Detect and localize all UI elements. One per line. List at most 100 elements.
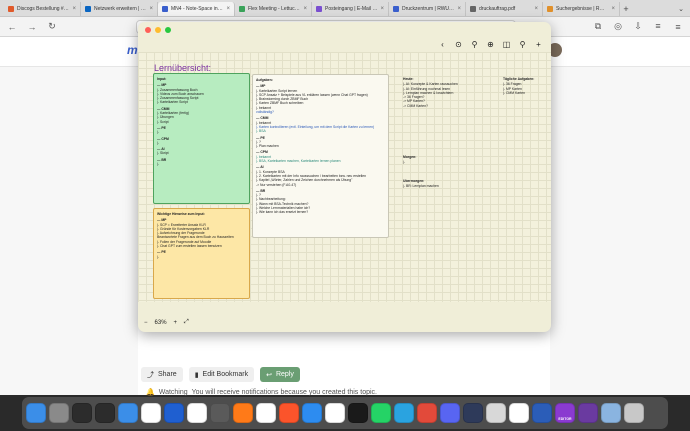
dock-app-safari-icon[interactable]	[302, 403, 322, 423]
card-line: |- BSA	[256, 129, 266, 134]
pin-icon[interactable]: ⚲	[470, 40, 479, 49]
tab-label: MN4 - Note-Space in S...	[171, 6, 224, 12]
search-icon[interactable]: ⚲	[518, 40, 527, 49]
dock-app-folder-icon[interactable]	[578, 403, 598, 423]
bell-icon[interactable]: 🔔	[146, 388, 155, 396]
browser-tab[interactable]: Druckzentrum | RWU H... ×	[389, 2, 466, 16]
bookmark-label: Edit Bookmark	[202, 371, 249, 378]
tab-label: Discogs Bestellung #76...	[17, 6, 70, 12]
panel-icon[interactable]: ◫	[502, 40, 511, 49]
close-tab-icon[interactable]: ×	[534, 6, 538, 12]
extension-icon[interactable]: ⧉	[592, 21, 604, 32]
edit-bookmark-button[interactable]: ▮ Edit Bookmark	[188, 367, 255, 382]
close-window-button[interactable]	[145, 27, 151, 33]
browser-tab[interactable]: druckauftrag.pdf ×	[466, 2, 543, 16]
card-heading: Heute:	[403, 77, 414, 81]
dock-app-finder-icon[interactable]	[26, 403, 46, 423]
tab-favicon-icon	[316, 6, 322, 12]
tab-label: Netzwerk erweitern | Li...	[94, 6, 147, 12]
add-icon[interactable]: +	[534, 40, 543, 49]
card-line: |- Wie kann ich das ersetzt lernen?	[256, 210, 309, 215]
browser-tab[interactable]: Posteingang | E-Mail | ... ×	[312, 2, 389, 16]
reply-button[interactable]: ↩ Reply	[260, 367, 300, 382]
dock-app-discord-icon[interactable]	[440, 403, 460, 423]
forward-arrow-icon[interactable]: →	[26, 22, 38, 32]
fit-view-icon[interactable]: ⤢	[184, 319, 189, 326]
card-line: |- Script	[157, 119, 169, 124]
share-button[interactable]: ⤴ Share	[141, 367, 183, 382]
dock-app-firefox-icon[interactable]	[233, 403, 253, 423]
dock-app-telegram-icon[interactable]	[394, 403, 414, 423]
dock-app-chatgpt-icon[interactable]	[348, 403, 368, 423]
browser-tab[interactable]: Netzwerk erweitern | Li... ×	[81, 2, 158, 16]
morgen-card[interactable]: Morgen: |-	[400, 152, 460, 166]
tab-list-chevron-icon[interactable]: ⌄	[678, 2, 684, 16]
card-heading: Wichtige Hinweise zum Input:	[157, 212, 205, 216]
zoom-level: 63%	[154, 319, 167, 326]
tab-label: druckauftrag.pdf	[479, 6, 516, 12]
close-tab-icon[interactable]: ×	[226, 6, 230, 12]
zoom-out-button[interactable]: −	[144, 320, 148, 326]
browser-menu-icon[interactable]: ≡	[672, 22, 684, 32]
dock-app-calendar-icon[interactable]	[187, 403, 207, 423]
back-arrow-icon[interactable]: ←	[6, 22, 18, 32]
dock-app-university-icon[interactable]	[463, 403, 483, 423]
heute-card[interactable]: Heute: |- AI: Konzepte & Karten raussuch…	[400, 74, 500, 114]
dock-app-editor-icon[interactable]: EDITOR	[555, 403, 575, 423]
dock-app-mn-icon[interactable]	[164, 403, 184, 423]
dock-app-app-red-icon[interactable]	[417, 403, 437, 423]
dock-app-chatgpt-2-icon[interactable]	[509, 403, 529, 423]
hinweise-card[interactable]: Wichtige Hinweise zum Input: — MP |- SCP …	[153, 208, 250, 299]
close-tab-icon[interactable]: ×	[303, 6, 307, 12]
browser-tab[interactable]: Discogs Bestellung #76... ×	[4, 2, 81, 16]
taeglich-card[interactable]: Tägliche Aufgaben: |- 36 Fragen |- MP Ka…	[500, 74, 550, 98]
minimize-window-button[interactable]	[155, 27, 161, 33]
close-tab-icon[interactable]: ×	[380, 6, 384, 12]
watching-label[interactable]: Watching	[159, 389, 188, 396]
browser-tab[interactable]: Flex Meeting - Lettuce... ×	[235, 2, 312, 16]
dock-app-downloads-icon[interactable]	[601, 403, 621, 423]
tab-favicon-icon	[8, 6, 14, 12]
dock-app-app-gray-icon[interactable]	[210, 403, 230, 423]
dock-app-notion-icon[interactable]	[141, 403, 161, 423]
tab-favicon-icon	[85, 6, 91, 12]
card-heading: Morgen:	[403, 155, 417, 159]
input-card[interactable]: Input: — MP |- Zusammenfassung Buch |- Vi…	[153, 73, 250, 204]
browser-tab[interactable]: MN4 - Note-Space in S... ×	[158, 2, 235, 16]
dock-app-terminal-icon[interactable]	[95, 403, 115, 423]
browser-tab[interactable]: Suchergebnisse | RWU... ×	[543, 2, 620, 16]
extension-icon[interactable]: ⇩	[632, 21, 644, 32]
site-logo[interactable]: m	[127, 43, 138, 57]
dock-app-trash-icon[interactable]	[624, 403, 644, 423]
dock-app-brave-icon[interactable]	[279, 403, 299, 423]
extension-icon[interactable]: ◎	[612, 21, 624, 32]
dock-app-activity-icon[interactable]	[72, 403, 92, 423]
share-icon: ⤴	[147, 371, 154, 379]
card-line: |-	[157, 162, 160, 167]
dock-app-launchpad-icon[interactable]	[49, 403, 69, 423]
close-tab-icon[interactable]: ×	[72, 6, 76, 12]
back-icon[interactable]: ‹	[438, 40, 447, 49]
aufgaben-card[interactable]: Aufgaben: — MP |- Karteikarten Script ler…	[252, 74, 389, 238]
dock-app-photos-icon[interactable]	[256, 403, 276, 423]
maximize-window-button[interactable]	[165, 27, 171, 33]
close-tab-icon[interactable]: ×	[611, 6, 615, 12]
extension-icon[interactable]: ≡	[652, 21, 664, 32]
dock-app-word-icon[interactable]	[532, 403, 552, 423]
reload-icon[interactable]: ↻	[46, 21, 58, 32]
card-line: -> Nur verstehen (F.A0-47)	[256, 182, 297, 187]
new-tab-button[interactable]: +	[620, 2, 632, 16]
close-tab-icon[interactable]: ×	[149, 6, 153, 12]
tab-favicon-icon	[547, 6, 553, 12]
target-icon[interactable]: ⊙	[454, 40, 463, 49]
close-tab-icon[interactable]: ×	[457, 6, 461, 12]
uebermorgen-card[interactable]: Übermorgen: |- BR: Lernplan machen	[400, 176, 470, 190]
note-canvas[interactable]: Lernübersicht: Input: — MP |- Zusammenfas…	[138, 52, 551, 302]
dock-app-mail-icon[interactable]	[118, 403, 138, 423]
card-line: |- Plan machen	[256, 144, 279, 149]
zoom-in-button[interactable]: +	[174, 320, 178, 326]
dock-app-app-pattern-icon[interactable]	[486, 403, 506, 423]
dock-app-chrome-icon[interactable]	[325, 403, 345, 423]
info-icon[interactable]: ⊕	[486, 40, 495, 49]
dock-app-whatsapp-icon[interactable]	[371, 403, 391, 423]
